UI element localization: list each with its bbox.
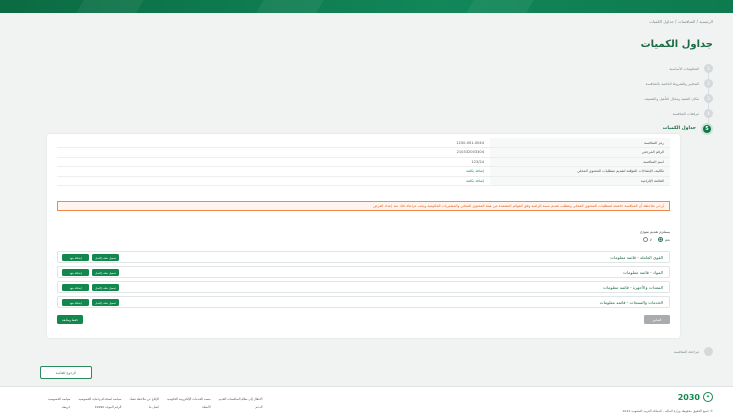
footer-links: الانتقال إلى نظام المنافسات القديم منصة … [48, 397, 262, 409]
table-row: 210332003304 الرقم المرجعي [57, 147, 670, 158]
step-number-icon: 1 [704, 64, 713, 73]
form-question-label: يستلزم تقديم نموذج [640, 230, 670, 234]
footer-link[interactable]: منصة الخدمات الإلكترونية الحكومية [167, 397, 211, 401]
info-key: تكاليف الإنشاءات المؤقتة لتقديم متطلبات … [490, 166, 670, 177]
step-label: جداول الكميات [662, 126, 696, 131]
footer-link[interactable]: سياسة الخصوصية [48, 397, 70, 401]
footer-link[interactable]: سياسة استخدام وحماية الخصوصية [78, 397, 121, 401]
info-value: 123/24 [57, 157, 490, 167]
radio-unchecked-icon[interactable] [642, 237, 648, 242]
back-to-list-button[interactable]: الرجوع للقائمة [40, 366, 92, 379]
info-key: اسم المنافسة [490, 157, 670, 167]
section-title[interactable]: الخدمات والمنتجات - قائمة معلومات [600, 300, 663, 305]
section-services[interactable]: الخدمات والمنتجات - قائمة معلومات إضافة … [57, 296, 670, 308]
table-row: 1200-001-0044 رمز المنافسة [57, 138, 670, 148]
top-header-bar [0, 0, 733, 13]
table-row: إضافة تكلفة القائمة الإلزامية [57, 176, 670, 186]
footer-link[interactable]: الدعم [219, 405, 262, 409]
info-key: رمز المنافسة [490, 138, 670, 148]
info-value: 210332003304 [57, 147, 490, 158]
section-materials[interactable]: المواد - قائمة معلومات إضافة بنود تحميل … [57, 266, 670, 278]
footer-link[interactable]: الإبلاغ عن ملاحظة فساد [129, 397, 159, 401]
add-items-button[interactable]: إضافة بنود [62, 299, 89, 306]
radio-checked-icon[interactable] [657, 237, 663, 242]
step-label: مراجعة المنافسة [673, 349, 699, 354]
download-excel-button[interactable]: تحميل ملف إكسل [92, 269, 119, 276]
add-items-button[interactable]: إضافة بنود [62, 254, 89, 261]
ministry-logo-icon: ✦ [703, 392, 713, 402]
section-title[interactable]: القوى العاملة - قائمة معلومات [610, 255, 663, 260]
add-cost-link[interactable]: إضافة تكلفة [57, 166, 490, 177]
step-label: مرفقات المنافسة [672, 111, 699, 116]
breadcrumb[interactable]: الرئيسية / المنافسات / جداول الكميات [649, 19, 713, 24]
download-excel-button[interactable]: تحميل ملف إكسل [92, 284, 119, 291]
step-location[interactable]: 3 مكان التنفيذ ومجال التأهيل والتصنيف [523, 91, 713, 106]
footer: الانتقال إلى نظام المنافسات القديم منصة … [0, 386, 733, 417]
tender-info-table: 1200-001-0044 رمز المنافسة 210332003304 … [57, 138, 670, 186]
step-number-icon [704, 347, 713, 356]
info-key: القائمة الإلزامية [490, 176, 670, 186]
quantities-card: 1200-001-0044 رمز المنافسة 210332003304 … [47, 134, 680, 338]
vision-2030-text: 2030 [677, 392, 700, 402]
footer-link[interactable]: الأسئلة [167, 405, 211, 409]
section-title[interactable]: المعدات والأجهزة - قائمة معلومات [603, 285, 663, 290]
copyright-text: © جميع الحقوق محفوظة وزارة المالية - الم… [622, 409, 714, 413]
footer-link[interactable]: خريطة [48, 405, 70, 409]
radio-label: نعم [664, 237, 670, 242]
step-label: المعايير والشروط الخاصة بالمنافسة [645, 81, 699, 86]
radio-option-no[interactable]: لا [641, 237, 652, 242]
step-number-icon: 2 [704, 79, 713, 88]
previous-button[interactable]: السابق [644, 315, 670, 324]
step-review[interactable]: مراجعة المنافسة [674, 347, 713, 356]
step-label: مكان التنفيذ ومجال التأهيل والتصنيف [644, 96, 699, 101]
download-excel-button[interactable]: تحميل ملف إكسل [92, 299, 119, 306]
wizard-steps: 1 المعلومات الأساسية 2 المعايير والشروط … [523, 61, 713, 136]
footer-link[interactable]: الانتقال إلى نظام المنافسات القديم [219, 397, 263, 401]
vision-logo: ✦ 2030 [653, 392, 713, 402]
step-number-icon: 5 [701, 122, 713, 135]
add-items-button[interactable]: إضافة بنود [62, 269, 89, 276]
step-basic-info[interactable]: 1 المعلومات الأساسية [523, 61, 713, 76]
step-number-icon: 3 [704, 94, 713, 103]
add-cost-link[interactable]: إضافة تكلفة [57, 176, 490, 186]
section-labor[interactable]: القوى العاملة - قائمة معلومات إضافة بنود… [57, 251, 670, 263]
step-label: المعلومات الأساسية [669, 66, 699, 71]
save-continue-button[interactable]: حفظ ومتابعة [57, 315, 83, 324]
step-attachments[interactable]: 4 مرفقات المنافسة [523, 106, 713, 121]
local-content-warning: يُرجى ملاحظة أن المنافسة خاضعة لمتطلبات … [57, 201, 670, 211]
footer-link[interactable]: الرقم الموحد 19990 [78, 405, 122, 409]
form-radio-group: نعم لا [641, 237, 670, 242]
radio-option-yes[interactable]: نعم [656, 237, 670, 242]
footer-link[interactable]: اتصل بنا [129, 405, 159, 409]
download-excel-button[interactable]: تحميل ملف إكسل [92, 254, 119, 261]
step-number-icon: 4 [704, 109, 713, 118]
table-row: إضافة تكلفة تكاليف الإنشاءات المؤقتة لتق… [57, 166, 670, 177]
step-criteria[interactable]: 2 المعايير والشروط الخاصة بالمنافسة [523, 76, 713, 91]
add-items-button[interactable]: إضافة بنود [62, 284, 89, 291]
page-title: جداول الكميات [640, 39, 713, 50]
radio-label: لا [649, 237, 652, 242]
info-key: الرقم المرجعي [490, 147, 670, 158]
section-title[interactable]: المواد - قائمة معلومات [623, 270, 663, 275]
table-row: 123/24 اسم المنافسة [57, 157, 670, 167]
section-equipment[interactable]: المعدات والأجهزة - قائمة معلومات إضافة ب… [57, 281, 670, 293]
info-value: 1200-001-0044 [57, 138, 490, 148]
